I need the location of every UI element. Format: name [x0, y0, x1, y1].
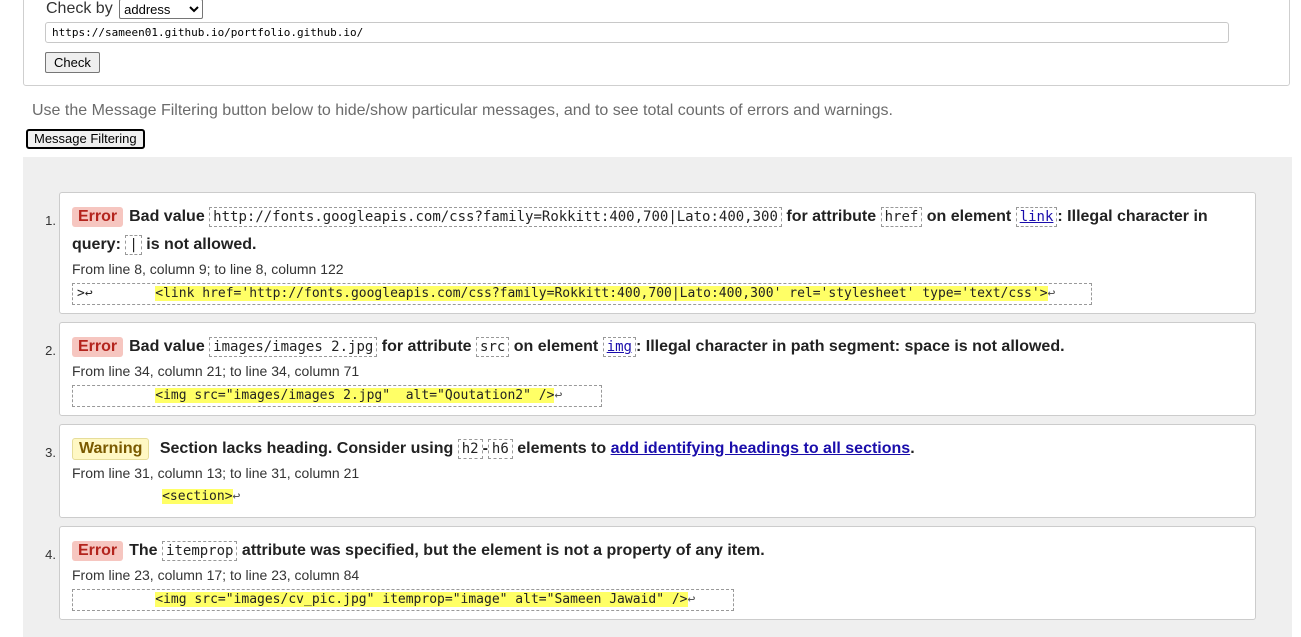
msg-text: Bad value: [129, 208, 205, 225]
code-char: |: [125, 235, 142, 255]
extract-highlight: <link href='http://fonts.googleapis.com/…: [155, 286, 1048, 301]
message-number: 4.: [45, 547, 56, 562]
message-filtering-button[interactable]: Message Filtering: [26, 129, 145, 149]
code-element: link: [1015, 207, 1058, 227]
msg-text: attribute was specified, but the element…: [241, 542, 765, 559]
extract-highlight: <img src="images/cv_pic.jpg" itemprop="i…: [155, 592, 688, 607]
code-extract: <section>↩: [72, 487, 241, 509]
message-number: 1.: [45, 213, 56, 228]
code-attribute: itemprop: [162, 541, 238, 561]
filter-hint: Use the Message Filtering button below t…: [32, 102, 893, 119]
msg-text: The: [129, 542, 158, 559]
error-badge: Error: [72, 207, 124, 227]
check-by-row: Check by address: [46, 0, 204, 19]
error-badge: Error: [72, 541, 124, 561]
extract-prefix: >↩: [77, 286, 93, 301]
extract-highlight: <img src="images/images 2.jpg" alt="Qout…: [155, 388, 555, 403]
warning-badge: Warning: [72, 438, 150, 460]
message-text: Error The itemprop attribute was specifie…: [72, 537, 1247, 565]
check-by-select[interactable]: address: [119, 0, 204, 19]
check-button[interactable]: Check: [45, 52, 100, 73]
code-element: h6: [487, 439, 513, 459]
msg-text: on element: [926, 208, 1012, 225]
msg-text: .: [910, 440, 915, 457]
code-extract: <img src="images/cv_pic.jpg" itemprop="i…: [72, 589, 734, 611]
return-icon: ↩: [687, 592, 696, 607]
code-element: h2: [457, 439, 483, 459]
code-extract: >↩ <link href='http://fonts.googleapis.c…: [72, 283, 1092, 305]
message-text: Warning Section lacks heading. Consider …: [72, 435, 1247, 463]
msg-text: : Illegal character in path segment: spa…: [635, 338, 1065, 355]
return-icon: ↩: [232, 489, 241, 504]
msg-text: is not allowed.: [146, 236, 257, 253]
msg-text: Bad value: [129, 338, 205, 355]
return-icon: ↩: [554, 388, 563, 403]
headings-help-link[interactable]: add identifying headings to all sections: [611, 440, 911, 457]
message-item: 1. Error Bad value http://fonts.googleapi…: [45, 192, 1256, 314]
message-number: 3.: [45, 445, 56, 460]
check-by-label: Check by: [46, 0, 113, 17]
results-list: 1. Error Bad value http://fonts.googleapi…: [23, 157, 1292, 637]
msg-text: elements to: [517, 440, 607, 457]
message-number: 2.: [45, 343, 56, 358]
code-value: images/images 2.jpg: [209, 337, 378, 357]
code-value: http://fonts.googleapis.com/css?family=R…: [209, 207, 782, 227]
code-attribute: src: [476, 337, 510, 357]
return-icon: ↩: [1047, 286, 1056, 301]
message-item: 3. Warning Section lacks heading. Consid…: [45, 424, 1256, 518]
element-link[interactable]: img: [607, 339, 632, 355]
msg-text: for attribute: [786, 208, 877, 225]
error-badge: Error: [72, 337, 124, 357]
msg-text: Section lacks heading. Consider using: [159, 440, 454, 457]
code-extract: <img src="images/images 2.jpg" alt="Qout…: [72, 385, 602, 407]
location-text: From line 34, column 21; to line 34, col…: [72, 363, 360, 379]
element-link[interactable]: link: [1020, 209, 1054, 225]
check-form-panel: Check by address Check: [23, 0, 1290, 86]
msg-text: on element: [513, 338, 599, 355]
extract-highlight: <section>: [162, 489, 233, 504]
url-input[interactable]: [45, 22, 1229, 43]
code-attribute: href: [880, 207, 923, 227]
location-text: From line 31, column 13; to line 31, col…: [72, 465, 360, 481]
msg-text: for attribute: [381, 338, 472, 355]
message-text: Error Bad value images/images 2.jpg for a…: [72, 333, 1247, 361]
message-text: Error Bad value http://fonts.googleapis.c…: [72, 203, 1247, 259]
location-text: From line 8, column 9; to line 8, column…: [72, 261, 344, 277]
location-text: From line 23, column 17; to line 23, col…: [72, 567, 360, 583]
message-item: 2. Error Bad value images/images 2.jpg fo…: [45, 322, 1256, 416]
code-element: img: [602, 337, 636, 357]
message-item: 4. Error The itemprop attribute was speci…: [45, 526, 1256, 620]
